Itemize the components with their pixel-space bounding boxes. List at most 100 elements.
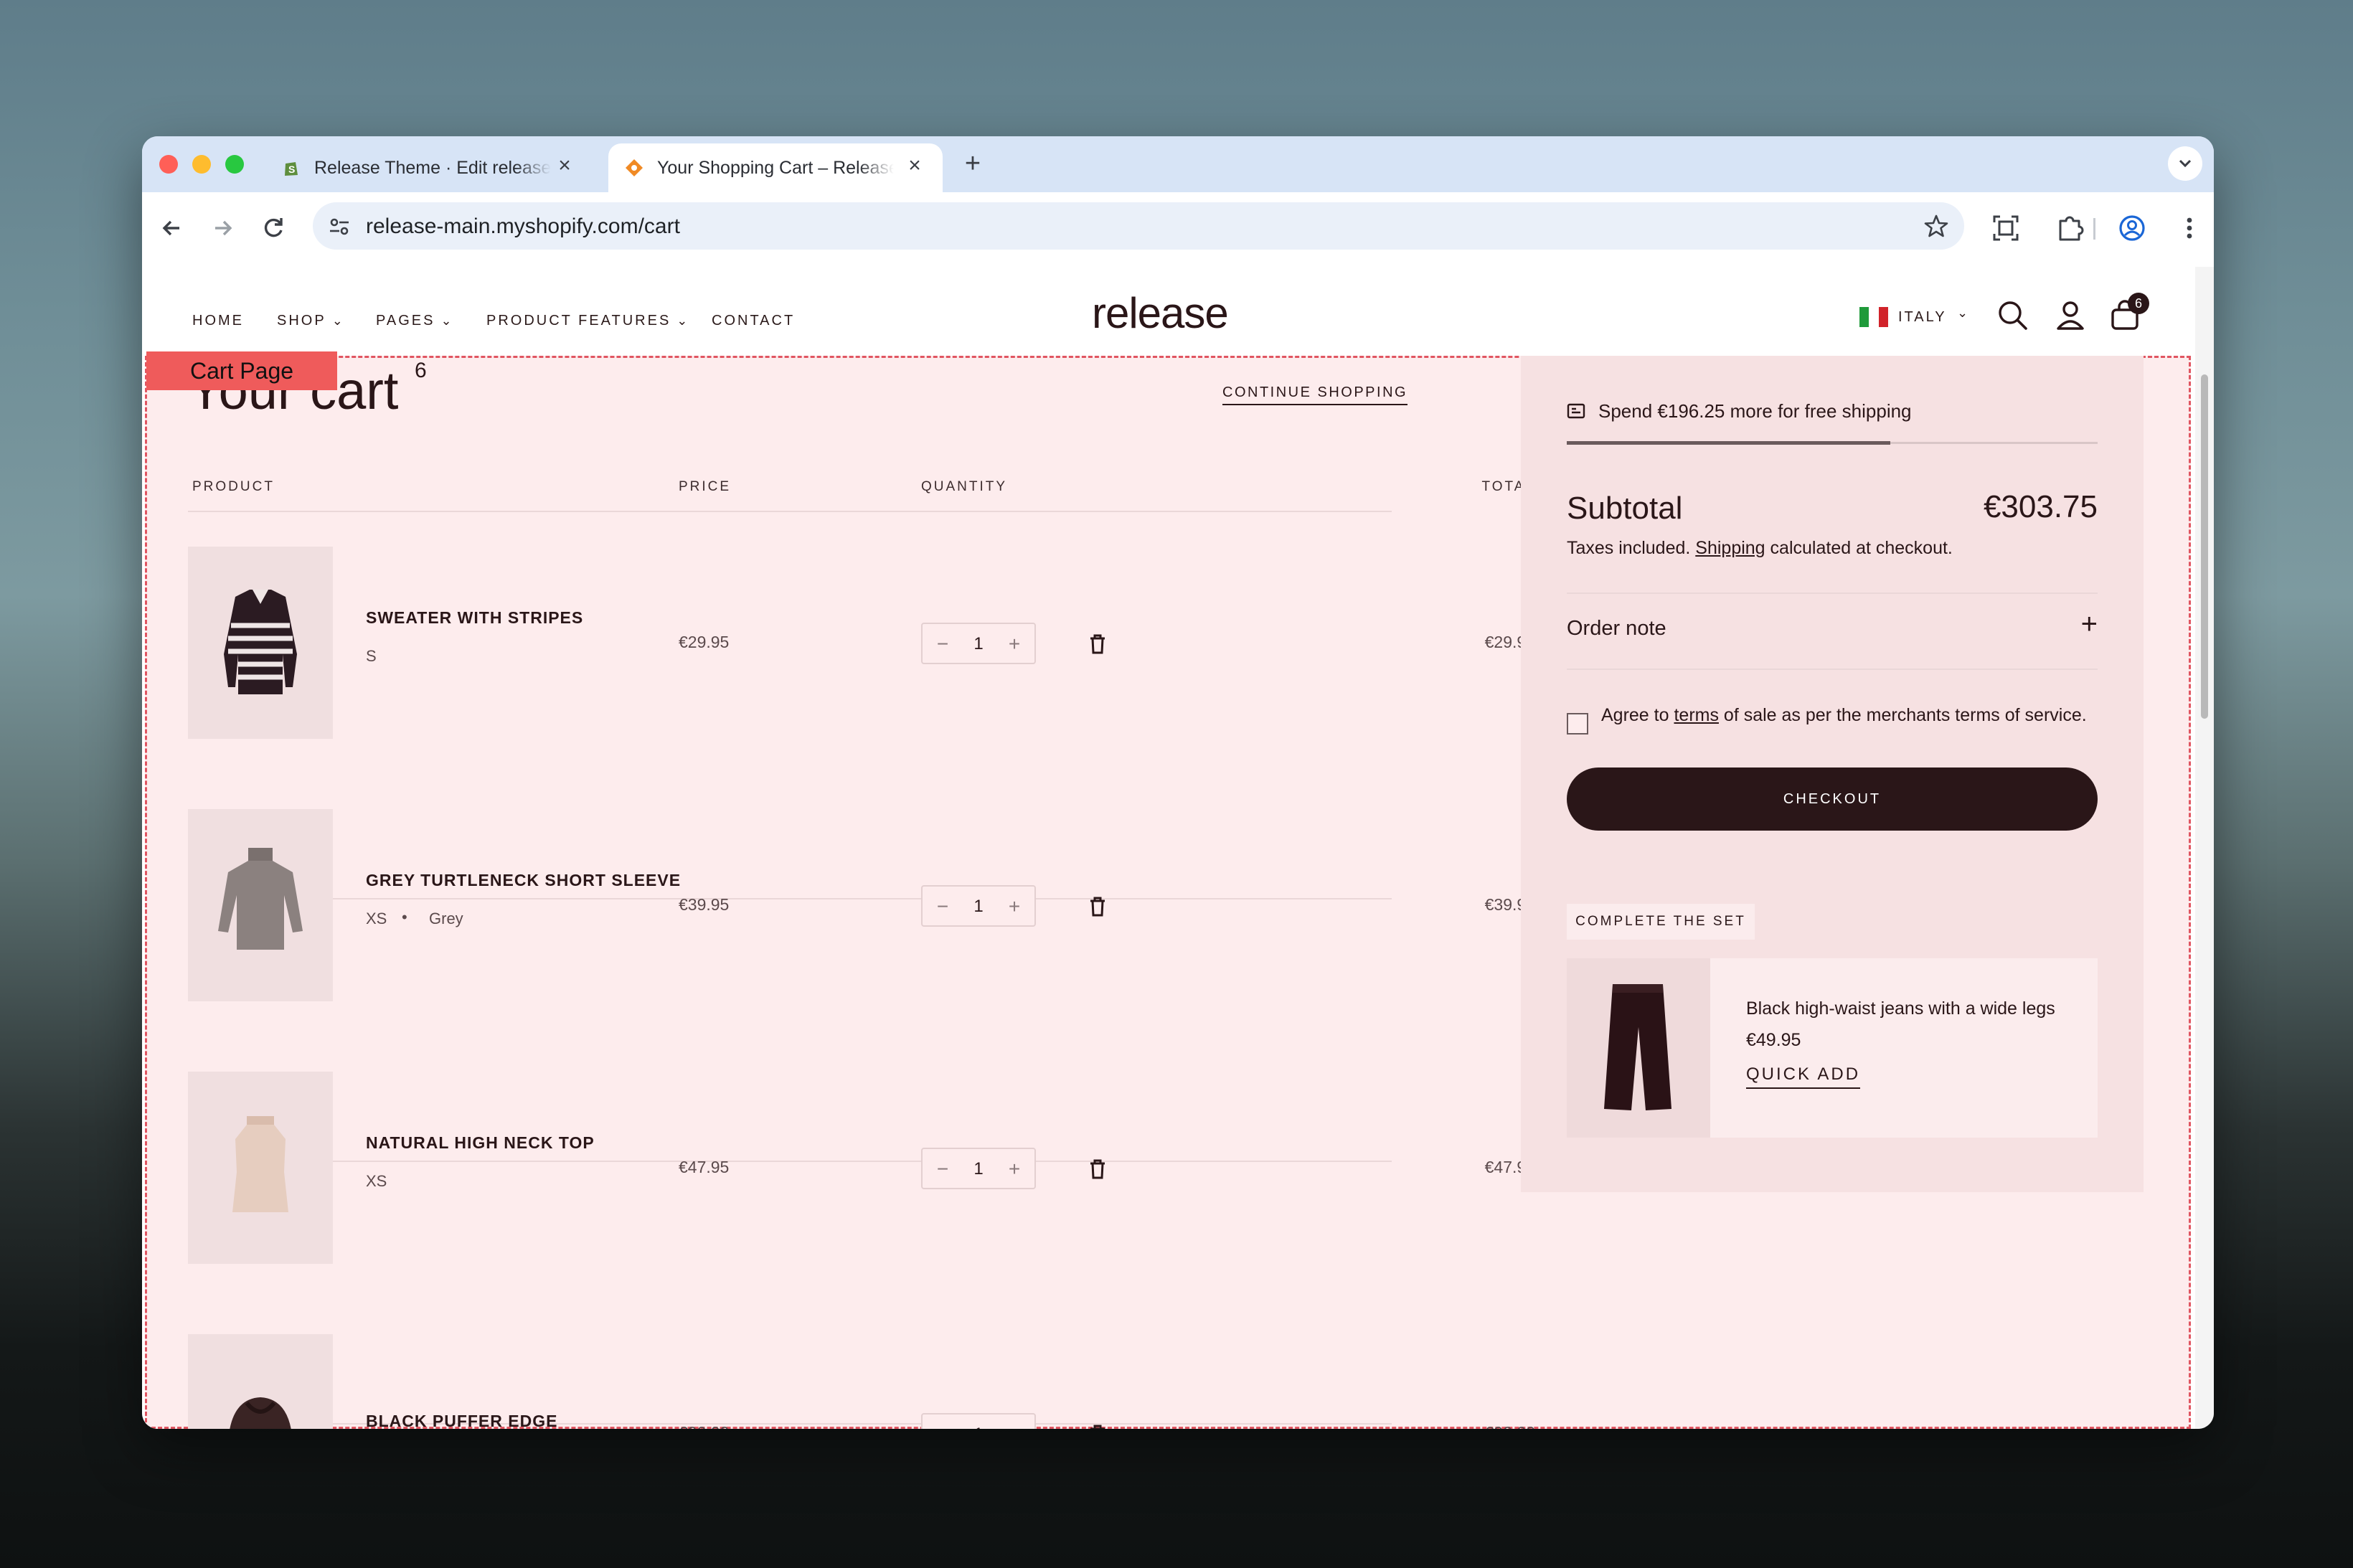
italy-flag-icon xyxy=(1859,307,1888,327)
quantity-value[interactable]: 1 xyxy=(964,897,993,917)
free-shipping-message: Spend €196.25 more for free shipping xyxy=(1598,400,1912,422)
quantity-stepper: − 1 + xyxy=(921,623,1036,664)
taxes-suffix: calculated at checkout. xyxy=(1770,538,1953,558)
url-text: release-main.myshopify.com/cart xyxy=(366,214,680,238)
item-price: €47.95 xyxy=(679,1158,730,1176)
shipping-link[interactable]: Shipping xyxy=(1695,538,1765,558)
trash-icon[interactable] xyxy=(1083,892,1112,921)
item-price: €90.00 xyxy=(679,1423,729,1429)
product-thumbnail[interactable] xyxy=(188,809,333,1001)
checkout-button[interactable]: CHECKOUT xyxy=(1567,768,2098,831)
cart-line-item: NATURAL HIGH NECK TOP XS €47.95 − 1 + €4… xyxy=(142,1072,1535,1287)
product-color: Grey xyxy=(429,910,463,927)
release-favicon-icon xyxy=(626,159,643,176)
product-variant: XS xyxy=(366,1172,387,1190)
country-selector[interactable]: ITALY ⌄ xyxy=(1859,303,1974,331)
terms-link[interactable]: terms xyxy=(1674,705,1719,725)
trash-icon[interactable] xyxy=(1083,1420,1112,1429)
more-menu-icon[interactable] xyxy=(2171,209,2208,247)
address-bar[interactable]: release-main.myshopify.com/cart xyxy=(313,202,1964,250)
tab-close-button[interactable]: × xyxy=(902,154,927,178)
maximize-window-button[interactable] xyxy=(225,155,244,174)
quantity-value[interactable]: 1 xyxy=(964,1425,993,1429)
forward-button[interactable] xyxy=(202,208,242,248)
increase-quantity-button[interactable]: + xyxy=(1001,894,1027,920)
product-name[interactable]: BLACK PUFFER EDGE xyxy=(366,1412,557,1429)
tab-shopping-cart[interactable]: Your Shopping Cart – Release × xyxy=(608,143,943,192)
nav-product-features[interactable]: PRODUCT FEATURES ⌄ xyxy=(486,313,689,329)
plus-icon[interactable]: + xyxy=(2081,608,2098,641)
continue-shopping-link[interactable]: CONTINUE SHOPPING xyxy=(1222,384,1408,405)
screenshot-icon[interactable] xyxy=(1987,209,2024,247)
reload-icon xyxy=(264,218,283,237)
tab-search-button[interactable] xyxy=(2168,146,2202,181)
chevron-down-icon: ⌄ xyxy=(676,313,690,328)
store-logo[interactable]: release xyxy=(1092,288,1229,338)
cart-line-item: BLACK PUFFER EDGE €90.00 − 1 + €90.00 xyxy=(142,1334,1535,1429)
nav-home[interactable]: HOME xyxy=(192,313,244,329)
column-header-total: TOTAL xyxy=(1481,479,1535,494)
black-jeans-image xyxy=(1604,984,1671,1110)
browser-toolbar: release-main.myshopify.com/cart xyxy=(142,192,2214,268)
column-header-quantity: QUANTITY xyxy=(921,479,1008,494)
quick-add-button[interactable]: QUICK ADD xyxy=(1746,1064,1861,1089)
natural-top-image xyxy=(232,1116,288,1212)
product-name[interactable]: GREY TURTLENECK SHORT SLEEVE xyxy=(366,871,681,890)
quantity-value[interactable]: 1 xyxy=(964,1159,993,1179)
bookmark-star-icon[interactable] xyxy=(1923,212,1950,240)
account-icon[interactable] xyxy=(2052,297,2089,334)
new-tab-button[interactable]: + xyxy=(957,148,989,179)
nav-contact[interactable]: CONTACT xyxy=(712,313,795,329)
complete-the-set-heading: COMPLETE THE SET xyxy=(1567,904,1755,940)
recommended-product-image[interactable] xyxy=(1567,958,1710,1138)
free-shipping-progress xyxy=(1567,441,2098,445)
page-scrollbar[interactable] xyxy=(2195,267,2214,1429)
extensions-puzzle-icon[interactable] xyxy=(2052,209,2089,247)
close-window-button[interactable] xyxy=(159,155,178,174)
trash-icon[interactable] xyxy=(1083,1155,1112,1184)
trash-icon[interactable] xyxy=(1083,630,1112,658)
recommended-product-name[interactable]: Black high-waist jeans with a wide legs xyxy=(1746,998,2055,1019)
product-name[interactable]: SWEATER WITH STRIPES xyxy=(366,608,583,628)
increase-quantity-button[interactable]: + xyxy=(1001,1422,1027,1429)
nav-shop[interactable]: SHOP ⌄ xyxy=(277,313,345,329)
order-note-toggle[interactable]: Order note xyxy=(1567,617,1666,641)
increase-quantity-button[interactable]: + xyxy=(1001,631,1027,657)
cart-line-item: SWEATER WITH STRIPES S €29.95 − 1 + €29.… xyxy=(142,547,1535,762)
back-button[interactable] xyxy=(152,208,192,248)
product-thumbnail[interactable] xyxy=(188,1334,333,1429)
minimize-window-button[interactable] xyxy=(192,155,211,174)
decrease-quantity-button[interactable]: − xyxy=(930,1422,956,1429)
decrease-quantity-button[interactable]: − xyxy=(930,1156,956,1182)
item-price: €29.95 xyxy=(679,633,730,651)
terms-checkbox[interactable] xyxy=(1567,713,1588,735)
tab-title: Your Shopping Cart – Release xyxy=(657,158,894,178)
nav-pages[interactable]: PAGES ⌄ xyxy=(376,313,454,329)
tab-strip: S Release Theme · Edit release × Your Sh… xyxy=(142,136,2214,192)
quantity-value[interactable]: 1 xyxy=(964,634,993,654)
scrollbar-thumb[interactable] xyxy=(2201,374,2208,719)
site-settings-icon[interactable] xyxy=(327,214,352,239)
search-icon[interactable] xyxy=(1994,297,2032,334)
cart-button[interactable]: 6 xyxy=(2106,293,2149,337)
item-total: €47.95 xyxy=(1484,1158,1535,1176)
cart-count-badge: 6 xyxy=(2128,293,2149,314)
decrease-quantity-button[interactable]: − xyxy=(930,631,956,657)
decrease-quantity-button[interactable]: − xyxy=(930,894,956,920)
item-price: €39.95 xyxy=(679,895,730,914)
cart-summary: Spend €196.25 more for free shipping Sub… xyxy=(1521,356,2144,1192)
cart-item-count: 6 xyxy=(415,359,427,382)
increase-quantity-button[interactable]: + xyxy=(1001,1156,1027,1182)
product-name[interactable]: NATURAL HIGH NECK TOP xyxy=(366,1133,595,1153)
product-thumbnail[interactable] xyxy=(188,547,333,739)
subtotal-value: €303.75 xyxy=(1983,489,2098,524)
profile-avatar-icon[interactable] xyxy=(2113,209,2151,247)
tab-close-button[interactable]: × xyxy=(552,154,577,178)
nav-label: SHOP xyxy=(277,313,326,329)
progress-fill xyxy=(1567,441,1891,445)
cart-line-item: GREY TURTLENECK SHORT SLEEVE XS • Grey €… xyxy=(142,809,1535,1024)
product-thumbnail[interactable] xyxy=(188,1072,333,1264)
reload-button[interactable] xyxy=(254,208,294,248)
web-page: HOME SHOP ⌄ PAGES ⌄ PRODUCT FEATURES ⌄ CONT… xyxy=(142,267,2195,1429)
tab-release-theme[interactable]: S Release Theme · Edit release × xyxy=(265,143,593,192)
